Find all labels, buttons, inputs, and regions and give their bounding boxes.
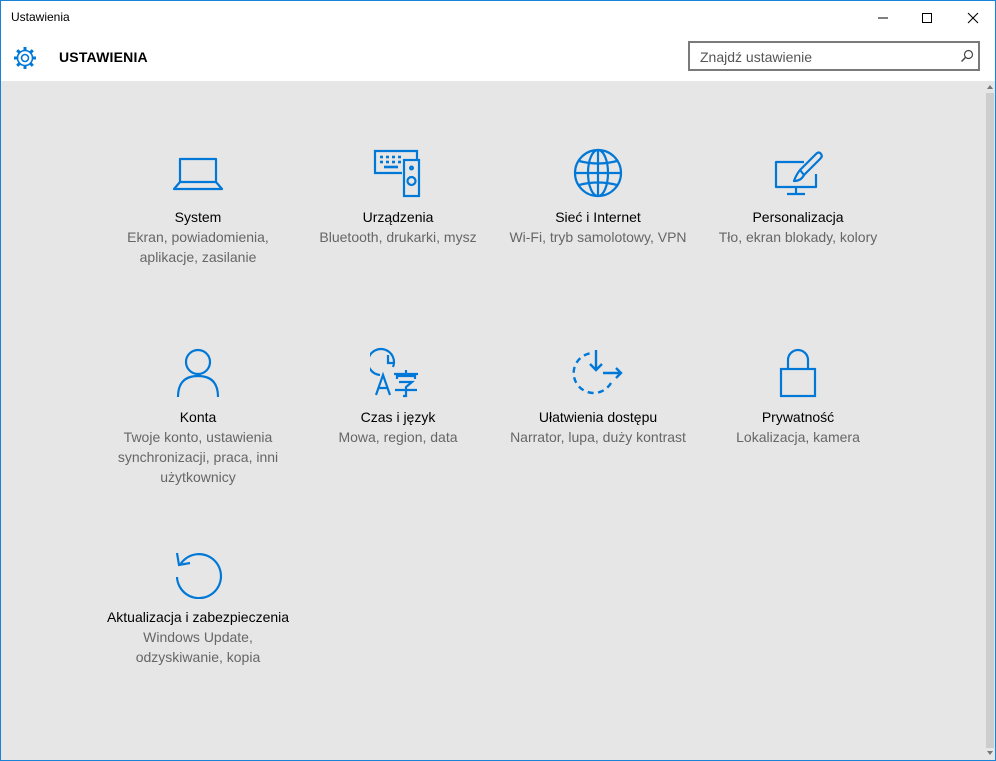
scrollbar-thumb[interactable] [986, 93, 994, 748]
settings-window: Ustawienia USTAWIENIA Znajdź ustawienie … [0, 0, 996, 761]
tile-devices[interactable]: Urządzenia Bluetooth, drukarki, mysz [298, 147, 498, 247]
laptop-icon [172, 157, 224, 191]
settings-header: USTAWIENIA [1, 33, 995, 81]
tile-title: Czas i język [360, 409, 436, 425]
tile-accounts[interactable]: Konta Twoje konto, ustawienia synchroniz… [98, 347, 298, 487]
tile-system[interactable]: System Ekran, powiadomienia, aplikacje, … [98, 147, 298, 267]
maximize-icon [922, 13, 932, 23]
scroll-up-arrow-icon[interactable] [986, 84, 994, 90]
tile-description: Lokalizacja, kamera [736, 429, 860, 445]
personalization-icon [774, 151, 823, 196]
tile-description: Bluetooth, drukarki, mysz [319, 229, 477, 245]
devices-icon [373, 149, 421, 198]
tile-description: Tło, ekran blokady, kolory [718, 229, 878, 245]
tile-title: Prywatność [761, 409, 835, 425]
vertical-scrollbar[interactable] [985, 81, 995, 760]
search-box[interactable] [688, 41, 980, 71]
tile-time-language[interactable]: Czas i język Mowa, region, data [298, 347, 498, 447]
tile-title: Sieć i Internet [555, 209, 641, 225]
tile-description: Narrator, lupa, duży kontrast [510, 429, 686, 445]
tile-title: System [174, 209, 222, 225]
globe-icon [573, 148, 623, 198]
tile-title: Ułatwienia dostępu [538, 409, 658, 425]
tile-ease-of-access[interactable]: Ułatwienia dostępu Narrator, lupa, duży … [498, 347, 698, 447]
time-language-icon [370, 347, 418, 398]
person-icon [176, 348, 220, 398]
search-icon[interactable] [960, 49, 974, 63]
tile-title: Urządzenia [362, 209, 434, 225]
tile-description: Ekran, powiadomienia, aplikacje, zasilan… [127, 229, 269, 265]
ease-of-access-icon [572, 350, 623, 395]
tile-title: Aktualizacja i zabezpieczenia [106, 609, 290, 625]
minimize-button[interactable] [859, 1, 905, 33]
maximize-button[interactable] [903, 1, 949, 33]
tile-description: Mowa, region, data [338, 429, 458, 445]
close-icon [967, 12, 979, 24]
scroll-down-arrow-icon[interactable] [986, 750, 994, 756]
tile-description: Windows Update, odzyskiwanie, kopia [135, 629, 261, 665]
tile-network[interactable]: Sieć i Internet Wi-Fi, tryb samolotowy, … [498, 147, 698, 247]
update-icon [175, 552, 223, 599]
tile-title: Personalizacja [752, 209, 844, 225]
tile-title: Konta [179, 409, 217, 425]
search-input[interactable] [698, 47, 952, 67]
tile-personalization[interactable]: Personalizacja Tło, ekran blokady, kolor… [698, 147, 898, 247]
page-title: USTAWIENIA [59, 49, 148, 65]
gear-icon [14, 47, 36, 69]
tile-description: Twoje konto, ustawienia synchronizacji, … [117, 429, 279, 485]
tile-description: Wi-Fi, tryb samolotowy, VPN [509, 229, 687, 245]
close-button[interactable] [949, 1, 995, 33]
window-title: Ustawienia [11, 10, 70, 24]
lock-icon [779, 348, 817, 398]
title-bar[interactable]: Ustawienia [1, 1, 995, 33]
tile-privacy[interactable]: Prywatność Lokalizacja, kamera [698, 347, 898, 447]
minimize-icon [878, 17, 888, 19]
tile-update-security[interactable]: Aktualizacja i zabezpieczenia Windows Up… [98, 547, 298, 667]
